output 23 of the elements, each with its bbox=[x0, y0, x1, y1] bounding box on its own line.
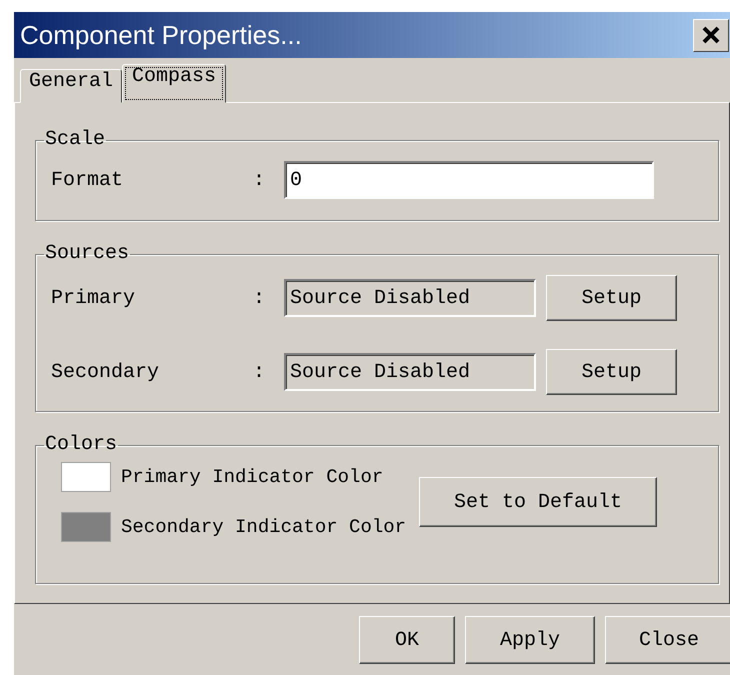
setup-button[interactable]: Setup bbox=[546, 275, 677, 321]
source-field[interactable]: Source Disabled bbox=[284, 279, 536, 317]
group-title: Colors bbox=[44, 434, 118, 456]
dialog-button[interactable]: Close bbox=[605, 616, 730, 664]
tab[interactable]: General bbox=[20, 69, 122, 103]
field-label: Primary bbox=[51, 286, 136, 310]
colon: : bbox=[253, 360, 266, 384]
setup-button[interactable]: Setup bbox=[546, 349, 677, 395]
color-label: Primary Indicator Color bbox=[121, 466, 384, 488]
colon: : bbox=[253, 286, 266, 310]
field-label: Secondary bbox=[51, 360, 160, 384]
default-button[interactable]: Set to Default bbox=[419, 477, 657, 527]
group-title: Sources bbox=[44, 243, 130, 265]
colon: : bbox=[253, 168, 266, 192]
window-title: Component Properties... bbox=[19, 20, 302, 50]
group-title: Scale bbox=[44, 129, 106, 151]
source-field[interactable]: Source Disabled bbox=[284, 353, 536, 391]
tab[interactable]: Compass bbox=[122, 64, 226, 103]
dialog-button[interactable]: Apply bbox=[465, 616, 595, 664]
format-field[interactable]: 0 bbox=[284, 161, 654, 199]
dialog-button[interactable]: OK bbox=[359, 616, 455, 664]
field-label: Format bbox=[51, 168, 124, 192]
color-label: Secondary Indicator Color bbox=[121, 516, 406, 538]
